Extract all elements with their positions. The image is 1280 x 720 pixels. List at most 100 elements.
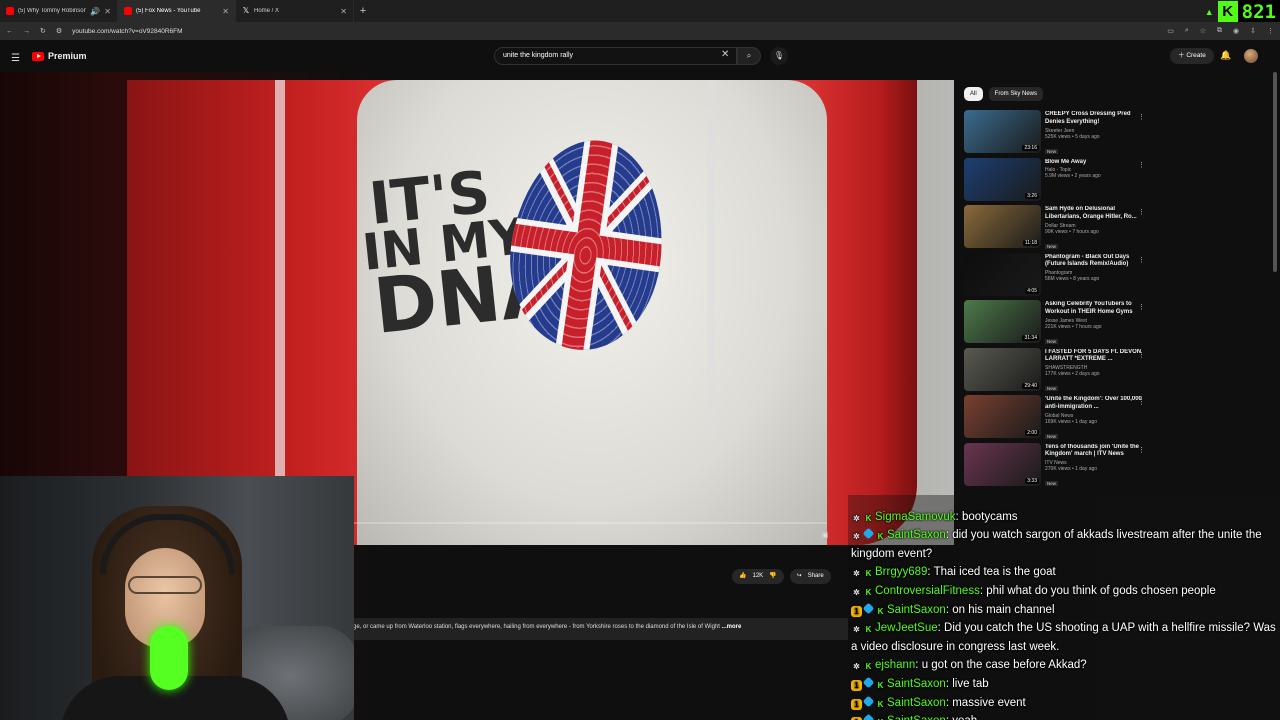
page-scrollbar[interactable] [1273, 72, 1277, 272]
chat-text: bootycams [961, 510, 1018, 523]
browser-menu-icon[interactable]: ⋮ [1267, 27, 1274, 35]
recommendation-item[interactable]: 11:18 Sam Hyde on Delusional Libertarians… [964, 205, 1149, 253]
sidebar-chips: All From Sky News [964, 87, 1044, 101]
thumbs-down-icon[interactable]: 👎 [769, 569, 776, 584]
chat-username[interactable]: SaintSaxon [887, 678, 946, 690]
chat-username[interactable]: SaintSaxon [887, 604, 946, 616]
share-button[interactable]: ↪ Share [789, 569, 831, 584]
recommendation-title[interactable]: Asking Celebrity YouTubers to Workout in… [1045, 301, 1149, 317]
search-input[interactable]: unite the kingdom rally [494, 47, 737, 65]
chat-username[interactable]: SaintSaxon [887, 697, 946, 709]
chat-badge-star-icon: ✲ [853, 532, 860, 542]
share-icon: ↪ [796, 573, 802, 579]
youtube-premium-logo[interactable]: Premium [32, 51, 87, 61]
recommendation-title[interactable]: CREEPY Cross Dressing Pred Denies Everyt… [1045, 111, 1149, 127]
video-description[interactable]: ge, or came up from Waterloo station, fl… [350, 618, 848, 640]
youtube-icon [6, 7, 14, 15]
chat-badge-gem-icon [862, 602, 875, 614]
close-icon[interactable]: ✕ [222, 7, 229, 16]
chip-from-sky-news[interactable]: From Sky News [988, 87, 1044, 101]
arrow-up-icon: ▲ [1204, 7, 1214, 17]
video-thumbnail[interactable]: 11:18 [964, 205, 1041, 248]
forward-icon[interactable]: → [23, 28, 30, 35]
video-duration: 31:34 [1022, 335, 1039, 341]
chat-badge-gem-icon [862, 695, 875, 707]
video-thumbnail[interactable]: 2:00 [964, 395, 1041, 438]
chat-message: 1 K SaintSaxon: live tab [848, 675, 1280, 694]
chat-text: u got on the case before Akkad? [921, 659, 1087, 672]
more-options-icon[interactable]: ⋮ [1138, 113, 1145, 121]
video-settings-icon[interactable]: ▣ [822, 531, 829, 539]
recommendation-item[interactable]: 31:34 Asking Celebrity YouTubers to Worko… [964, 300, 1149, 348]
recommendation-title[interactable]: I FASTED FOR 5 DAYS Ft. DEVON LARRATT *E… [1045, 349, 1149, 365]
recommendation-item[interactable]: 2:00 'Unite the Kingdom': Over 100,000 an… [964, 395, 1149, 443]
chat-message-partial [848, 495, 1280, 508]
video-thumbnail[interactable]: 23:16 [964, 110, 1041, 153]
recommendation-item[interactable]: 23:16 CREEPY Cross Dressing Pred Denies E… [964, 110, 1149, 158]
reload-icon[interactable]: ↻ [40, 27, 46, 35]
chat-username[interactable]: SigmaSamovuk [875, 511, 956, 523]
site-info-icon[interactable]: ⚙ [56, 27, 62, 35]
chat-username[interactable]: ejshann [875, 659, 915, 671]
video-thumbnail[interactable]: 3:33 [964, 442, 1041, 486]
thumbs-up-icon[interactable]: 👍 [739, 569, 746, 584]
browser-tab-3[interactable]: 𝕏 Home / X ✕ [236, 0, 354, 22]
video-thumbnail[interactable]: 3:26 [964, 157, 1041, 201]
youtube-header: ☰ Premium unite the kingdom rally ✕ ⌕ 🎙 … [0, 40, 1280, 72]
recommendation-title[interactable]: Blow Me Away [1045, 159, 1149, 167]
video-thumbnail[interactable]: 4:05 [964, 252, 1041, 296]
recommendation-title[interactable]: Phantogram - Black Out Days (Future Isla… [1045, 254, 1149, 270]
like-dislike-button[interactable]: 👍 12K 👎 [732, 569, 784, 584]
chat-username[interactable]: SaintSaxon [887, 715, 946, 720]
recommendation-item[interactable]: 3:33 Tens of thousands join 'Unite the Ki… [964, 442, 1149, 491]
chat-username[interactable]: SaintSaxon [887, 529, 946, 541]
chat-username[interactable]: Brrgyy689 [875, 566, 927, 578]
recommendation-title[interactable]: Tens of thousands join 'Unite the Kingdo… [1045, 444, 1149, 460]
recommendation-item[interactable]: 4:05 Phantogram - Black Out Days (Future … [964, 252, 1149, 301]
browser-tab-2[interactable]: (5) Fox News - YouTube ✕ [118, 0, 236, 22]
menu-icon[interactable]: ☰ [11, 53, 20, 64]
profile-icon[interactable]: ◉ [1233, 27, 1239, 35]
downloads-icon[interactable]: ⇩ [1250, 27, 1256, 35]
new-badge: New [1045, 148, 1059, 154]
show-more-link[interactable]: ...more [722, 624, 742, 630]
more-options-icon[interactable]: ⋮ [1138, 161, 1145, 169]
recommendation-item[interactable]: 29:40 I FASTED FOR 5 DAYS Ft. DEVON LARRA… [964, 347, 1149, 396]
video-thumbnail[interactable]: 29:40 [964, 347, 1041, 391]
address-bar[interactable]: youtube.com/watch?v=oV92840R6FM [72, 28, 182, 35]
clear-search-icon[interactable]: ✕ [721, 49, 729, 60]
create-button[interactable]: ＋ Create [1170, 48, 1214, 64]
notifications-bell-icon[interactable]: 🔔 [1220, 50, 1231, 61]
chip-all[interactable]: All [964, 87, 983, 101]
more-options-icon[interactable]: ⋮ [1138, 351, 1145, 359]
more-options-icon[interactable]: ⋮ [1138, 446, 1145, 454]
browser-tab-1[interactable]: (5) Why Tommy Robinson c 🔊 ✕ [0, 0, 118, 22]
more-options-icon[interactable]: ⋮ [1138, 303, 1145, 311]
chat-username[interactable]: ControversialFitness [875, 585, 980, 597]
cast-icon[interactable]: ▭ [1167, 27, 1174, 35]
more-options-icon[interactable]: ⋮ [1138, 398, 1145, 406]
recommendation-item[interactable]: 3:26 Blow Me Away Halo - Topic 5.9M views •… [964, 157, 1149, 206]
video-duration: 2:00 [1025, 430, 1039, 436]
recommendation-meta: Asking Celebrity YouTubers to Workout in… [1045, 300, 1149, 348]
more-options-icon[interactable]: ⋮ [1138, 208, 1145, 216]
more-options-icon[interactable]: ⋮ [1138, 256, 1145, 264]
avatar[interactable] [1244, 49, 1258, 63]
video-duration: 4:05 [1025, 287, 1039, 294]
zoom-icon[interactable]: ⌕ [1185, 27, 1189, 35]
voice-search-button[interactable]: 🎙 [770, 47, 788, 65]
chat-badge-kick-icon: K [865, 662, 872, 672]
back-icon[interactable]: ← [6, 28, 13, 35]
chat-username[interactable]: JewJeetSue [875, 622, 938, 634]
bookmark-star-icon[interactable]: ☆ [1200, 27, 1206, 35]
close-icon[interactable]: ✕ [340, 7, 347, 16]
new-tab-button[interactable]: + [354, 5, 372, 17]
extensions-icon[interactable]: ⧉ [1217, 27, 1222, 35]
close-icon[interactable]: ✕ [104, 7, 111, 16]
recommendation-title[interactable]: 'Unite the Kingdom': Over 100,000 anti-i… [1045, 396, 1149, 412]
recommendation-title[interactable]: Sam Hyde on Delusional Libertarians, Ora… [1045, 206, 1149, 222]
video-zipper [707, 80, 715, 440]
search-button[interactable]: ⌕ [737, 47, 761, 65]
video-thumbnail[interactable]: 31:34 [964, 300, 1041, 343]
speaker-icon[interactable]: 🔊 [90, 7, 100, 16]
